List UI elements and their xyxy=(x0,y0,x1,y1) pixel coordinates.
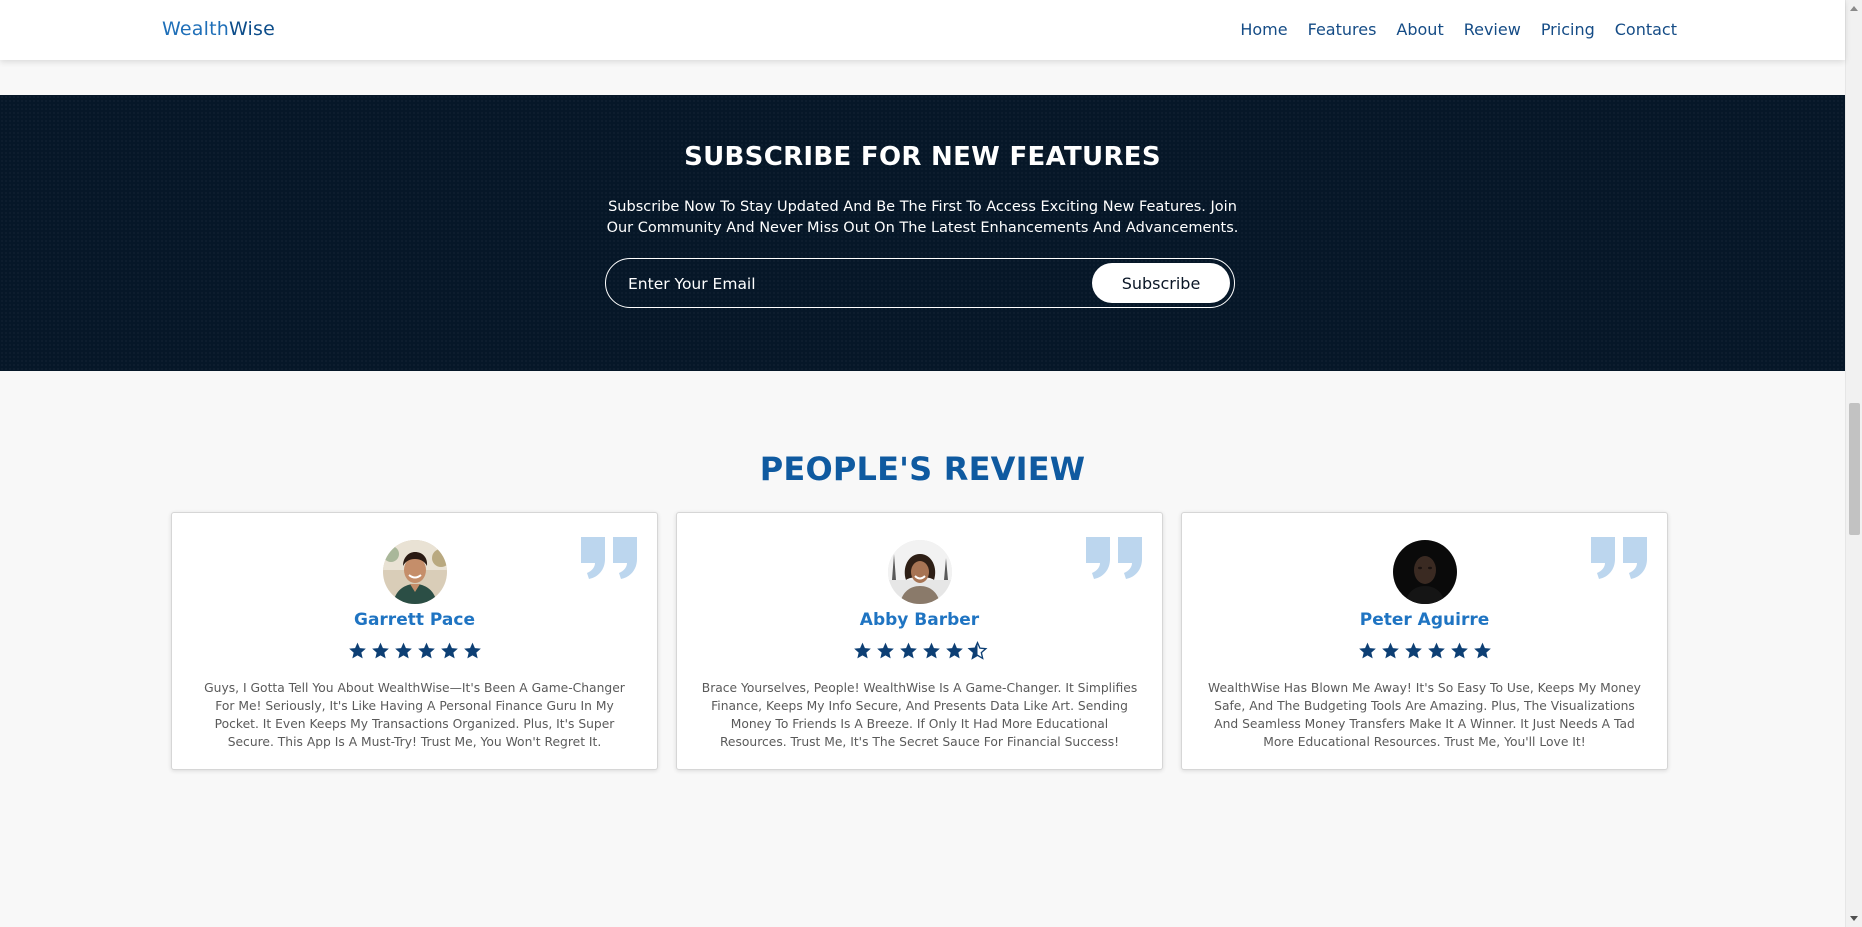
star-icon xyxy=(853,642,871,659)
scroll-up-arrow-icon[interactable] xyxy=(1850,6,1858,11)
reviews-title: PEOPLE'S REVIEW xyxy=(759,450,1086,488)
star-icon xyxy=(371,642,389,659)
nav-contact[interactable]: Contact xyxy=(1615,20,1677,39)
reviewer-name: Garrett Pace xyxy=(354,610,475,630)
review-text: Brace Yourselves, People! WealthWise Is … xyxy=(701,681,1138,749)
review-text: Guys, I Gotta Tell You About WealthWise—… xyxy=(204,681,625,749)
avatar xyxy=(1392,540,1457,604)
reviewer-name: Peter Aguirre xyxy=(1359,610,1490,630)
star-half-icon xyxy=(967,641,987,660)
quote-icon xyxy=(1086,537,1142,579)
nav-about[interactable]: About xyxy=(1396,20,1443,39)
star-icon xyxy=(922,642,940,659)
star-icon xyxy=(1473,642,1491,659)
star-icon xyxy=(417,642,435,659)
subscribe-description: Subscribe Now To Stay Updated And Be The… xyxy=(606,199,1239,236)
review-card: Garrett Pace Guys, I Gotta Tell You Abou… xyxy=(171,512,658,770)
star-icon xyxy=(1358,642,1376,659)
scroll-thumb[interactable] xyxy=(1849,403,1860,535)
brand-part2: Wise xyxy=(228,18,276,40)
brand-part1: Wealth xyxy=(162,18,229,40)
star-rating xyxy=(1357,641,1492,661)
subscribe-form: Subscribe xyxy=(605,258,1235,308)
star-icon xyxy=(1427,642,1445,659)
star-rating xyxy=(852,641,987,661)
star-icon xyxy=(1404,642,1422,659)
email-input[interactable] xyxy=(628,272,1068,296)
star-rating xyxy=(347,641,482,661)
quote-icon xyxy=(581,537,637,579)
brand-logo[interactable]: WealthWise xyxy=(162,18,275,40)
nav-home[interactable]: Home xyxy=(1240,20,1287,39)
star-icon xyxy=(945,642,963,659)
subscribe-title: SUBSCRIBE FOR NEW FEATURES xyxy=(684,142,1161,172)
review-card: Abby Barber Brace Yourselves, People! We… xyxy=(676,512,1163,770)
star-icon xyxy=(440,642,458,659)
page-scrollbar[interactable] xyxy=(1845,0,1862,927)
review-text: WealthWise Has Blown Me Away! It's So Ea… xyxy=(1208,681,1641,749)
avatar xyxy=(382,540,447,604)
review-cards: Garrett Pace Guys, I Gotta Tell You Abou… xyxy=(171,512,1668,770)
star-icon xyxy=(394,642,412,659)
star-icon xyxy=(876,642,894,659)
subscribe-section: SUBSCRIBE FOR NEW FEATURES Subscribe Now… xyxy=(0,95,1845,371)
star-icon xyxy=(463,642,481,659)
reviewer-name: Abby Barber xyxy=(859,610,980,630)
nav-pricing[interactable]: Pricing xyxy=(1541,20,1595,39)
scroll-down-arrow-icon[interactable] xyxy=(1850,916,1858,921)
nav-features[interactable]: Features xyxy=(1308,20,1377,39)
subscribe-button[interactable]: Subscribe xyxy=(1092,263,1230,303)
quote-icon xyxy=(1591,537,1647,579)
star-icon xyxy=(1381,642,1399,659)
review-card: Peter Aguirre WealthWise Has Blown Me Aw… xyxy=(1181,512,1668,770)
star-icon xyxy=(348,642,366,659)
navbar: WealthWise Home Features About Review Pr… xyxy=(0,0,1845,60)
avatar xyxy=(887,540,952,604)
star-icon xyxy=(1450,642,1468,659)
star-icon xyxy=(899,642,917,659)
nav-review[interactable]: Review xyxy=(1464,20,1521,39)
nav-links: Home Features About Review Pricing Conta… xyxy=(1240,20,1677,39)
